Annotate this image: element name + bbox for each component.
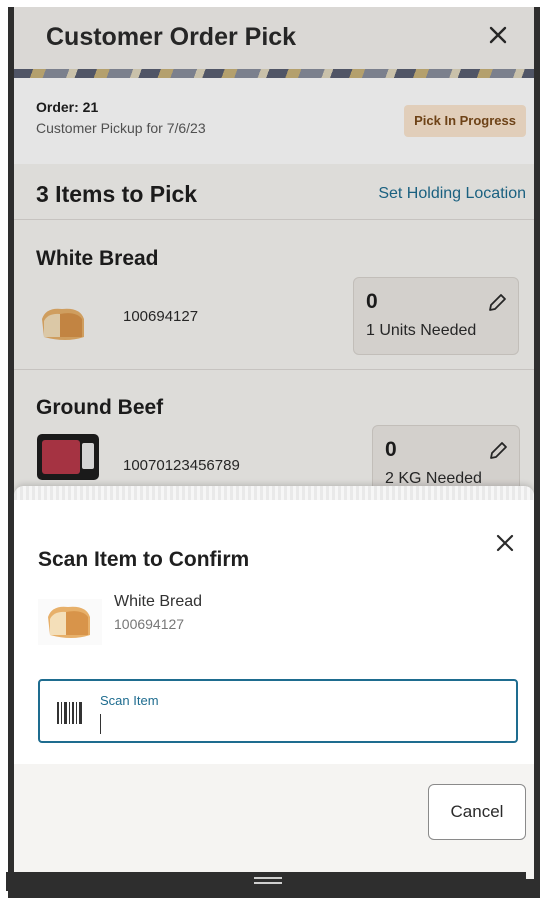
sheet-edge <box>14 486 534 500</box>
sheet-footer: Cancel <box>14 764 534 879</box>
device-frame: Customer Order Pick Order: 21 Customer P… <box>8 7 540 898</box>
screen: Customer Order Pick Order: 21 Customer P… <box>14 7 534 879</box>
scan-confirm-sheet: Scan Item to Confirm White Bread 1006941… <box>14 486 534 879</box>
sheet-item-name: White Bread <box>114 593 203 610</box>
close-icon[interactable] <box>492 530 518 556</box>
sheet-item-sku: 100694127 <box>114 616 185 632</box>
system-nav-bar <box>6 872 526 891</box>
sheet-title: Scan Item to Confirm <box>38 548 250 571</box>
barcode-icon <box>57 702 82 724</box>
scan-item-label: Scan Item <box>100 693 159 708</box>
menu-handle-icon[interactable] <box>254 877 282 879</box>
cancel-button[interactable]: Cancel <box>428 784 526 840</box>
text-caret <box>100 714 101 734</box>
bread-icon <box>38 599 102 645</box>
scan-item-input[interactable]: Scan Item <box>38 679 518 743</box>
